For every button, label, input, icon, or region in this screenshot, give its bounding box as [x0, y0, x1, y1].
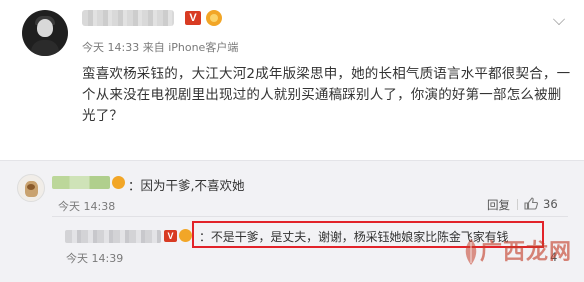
reply-button[interactable]: 回复 [487, 197, 510, 213]
post-author-username-redacted[interactable] [82, 10, 174, 26]
reply-username-redacted[interactable] [65, 230, 161, 243]
member-level-icon [112, 176, 125, 189]
site-watermark-logo: 广西龙网 [462, 235, 571, 271]
member-level-icon [206, 10, 222, 26]
comment-time: 今天 14:38 [58, 200, 116, 213]
comment-avatar[interactable] [17, 174, 45, 202]
comment-text: ：因为干爹,不喜欢她 [128, 178, 245, 193]
avatar-body [31, 40, 59, 56]
leaf-icon [465, 239, 477, 265]
reply-time: 今天 14:39 [66, 252, 124, 265]
watermark-text: 广西龙网 [480, 239, 573, 265]
thumbs-up-icon[interactable] [524, 197, 538, 210]
post-body-text: 蛮喜欢杨采钰的，大江大河2成年版梁思申，她的长相气质语言水平都很契合，一个从来没… [82, 66, 571, 124]
like-count: 36 [543, 197, 558, 211]
vip-icon: V [164, 230, 177, 242]
post-meta: 今天 14:33 来自 iPhone客户端 [82, 41, 239, 54]
post-author-avatar[interactable] [22, 10, 68, 56]
member-level-icon [179, 229, 192, 242]
avatar-head [37, 19, 53, 37]
vip-icon: V [185, 11, 201, 25]
comment-divider [52, 216, 568, 217]
chevron-down-icon[interactable] [553, 13, 565, 25]
avatar-face [27, 184, 35, 190]
comment-username-redacted[interactable] [52, 176, 110, 189]
action-divider [517, 199, 518, 210]
